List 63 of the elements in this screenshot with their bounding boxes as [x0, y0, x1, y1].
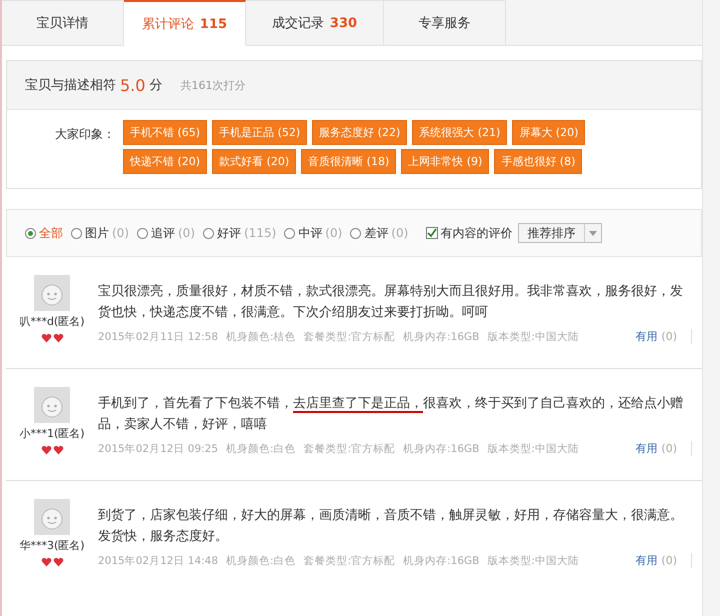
hearts-icon — [40, 557, 64, 567]
review-meta: 机身颜色:白色 — [226, 554, 296, 568]
rating-count: 共161次打分 — [180, 78, 246, 92]
review-meta: 机身内存:16GB — [403, 330, 480, 344]
useful-count: (0) — [661, 330, 677, 343]
review-text: 宝贝很漂亮，质量很好，材质不错，款式很漂亮。屏幕特别大而且很好用。我非常喜欢，服务很好，发货也快，快递态度不错，很满意。下次介绍朋友过来要打折呦。呵呵 — [98, 283, 684, 322]
review-meta: 版本类型:中国大陆 — [487, 330, 579, 344]
review-meta: 版本类型:中国大陆 — [487, 554, 579, 568]
filter-label[interactable]: 差评 — [364, 224, 388, 242]
useful-count: (0) — [661, 442, 677, 455]
useful-link[interactable]: 有用 — [635, 330, 658, 343]
filter-label[interactable]: 追评 — [151, 224, 175, 242]
filter-label[interactable]: 图片 — [85, 224, 109, 242]
filter-label[interactable]: 好评 — [217, 224, 241, 242]
review-meta: 机身颜色:桔色 — [226, 330, 296, 344]
radio-button[interactable] — [137, 228, 148, 238]
filter-label[interactable]: 全部 — [39, 224, 63, 242]
review-meta: 套餐类型:官方标配 — [304, 442, 396, 456]
useful-link[interactable]: 有用 — [635, 442, 658, 455]
username[interactable]: 小***1(匿名) — [19, 426, 85, 441]
review-meta: 2015年02月11日 12:58 — [98, 330, 218, 344]
review-text: 到货了，店家包装仔细，好大的屏幕，画质清晰，音质不错，触屏灵敏，好用，存储容量大，很满意。发货快，服务态度好。 — [98, 507, 684, 546]
impressions-label: 大家印象： — [55, 126, 116, 143]
caret-icon — [589, 230, 598, 236]
review-meta: 机身内存:16GB — [403, 442, 480, 456]
filter-count: (0) — [178, 226, 195, 240]
tab[interactable]: 累计评论 115 — [124, 0, 246, 46]
rating-label: 宝贝与描述相符 — [25, 77, 116, 94]
review-meta: 机身内存:16GB — [403, 554, 480, 568]
checkbox-label[interactable]: 有内容的评价 — [440, 224, 512, 242]
tab[interactable]: 宝贝详情 — [2, 0, 124, 46]
review-meta: 2015年02月12日 14:48 — [98, 554, 218, 568]
useful-count: (0) — [661, 554, 677, 567]
username[interactable]: 华***3(匿名) — [19, 538, 85, 553]
filter-count: (0) — [325, 226, 342, 240]
filter-label[interactable]: 中评 — [298, 224, 322, 242]
sort-dropdown[interactable]: 推荐排序 — [518, 223, 602, 243]
avatar-icon — [34, 275, 70, 311]
radio-button[interactable] — [71, 228, 82, 238]
filter-count: (0) — [391, 226, 408, 240]
username[interactable]: 叭***d(匿名) — [19, 314, 85, 329]
radio-button[interactable] — [350, 228, 362, 238]
tab[interactable]: 成交记录 330 — [246, 0, 384, 46]
useful-link[interactable]: 有用 — [635, 554, 658, 567]
review-text: 手机到了，首先看了下包装不错，去店里查了下是正品，很喜欢，终于买到了自己喜欢的，还给点小赠品，卖家人不错，好评，嘻嘻 — [98, 395, 684, 434]
radio-button[interactable] — [25, 228, 36, 238]
filter-count: (0) — [112, 226, 129, 240]
avatar-icon — [34, 387, 70, 423]
hearts-icon — [40, 333, 64, 343]
review-meta: 版本类型:中国大陆 — [487, 442, 579, 456]
score-unit: 分 — [149, 77, 162, 94]
filter-count: (115) — [244, 226, 276, 240]
tab[interactable]: 专享服务 — [384, 0, 506, 46]
radio-button[interactable] — [284, 228, 296, 238]
review-meta: 2015年02月12日 09:25 — [98, 442, 218, 456]
review-meta: 机身颜色:白色 — [226, 442, 296, 456]
rating-score: 5.0 — [120, 76, 146, 94]
radio-button[interactable] — [203, 228, 214, 238]
checkbox[interactable] — [426, 227, 438, 239]
review-meta: 套餐类型:官方标配 — [304, 330, 396, 344]
hearts-icon — [40, 445, 64, 455]
avatar-icon — [34, 499, 70, 535]
review-meta: 套餐类型:官方标配 — [304, 554, 396, 568]
